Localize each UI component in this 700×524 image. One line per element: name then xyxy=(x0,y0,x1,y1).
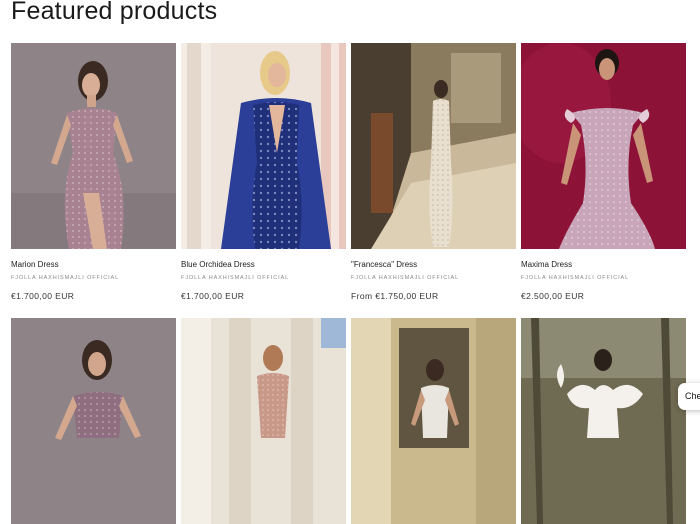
product-image[interactable] xyxy=(351,43,516,249)
product-price: From €1.750,00 EUR xyxy=(351,291,439,301)
product-image[interactable] xyxy=(181,318,346,524)
product-title[interactable]: "Francesca" Dress xyxy=(351,259,516,271)
product-price: €2.500,00 EUR xyxy=(521,291,585,301)
product-vendor: FJOLLA HAXHISMAJLI OFFICIAL xyxy=(11,275,120,281)
product-vendor: FJOLLA HAXHISMAJLI OFFICIAL xyxy=(521,275,630,281)
product-image[interactable] xyxy=(521,318,686,524)
product-vendor: FJOLLA HAXHISMAJLI OFFICIAL xyxy=(351,275,460,281)
product-title[interactable]: Marion Dress xyxy=(11,259,176,271)
product-image[interactable] xyxy=(351,318,516,524)
product-image[interactable] xyxy=(521,43,686,249)
product-image[interactable] xyxy=(11,318,176,524)
chat-button[interactable]: Che xyxy=(678,383,700,410)
product-image[interactable] xyxy=(11,43,176,249)
product-image[interactable] xyxy=(181,43,346,249)
section-title: Featured products xyxy=(11,0,218,25)
product-title[interactable]: Blue Orchidea Dress xyxy=(181,259,346,271)
product-price: €1.700,00 EUR xyxy=(11,291,75,301)
product-title[interactable]: Maxima Dress xyxy=(521,259,686,271)
product-vendor: FJOLLA HAXHISMAJLI OFFICIAL xyxy=(181,275,290,281)
product-price: €1.700,00 EUR xyxy=(181,291,245,301)
